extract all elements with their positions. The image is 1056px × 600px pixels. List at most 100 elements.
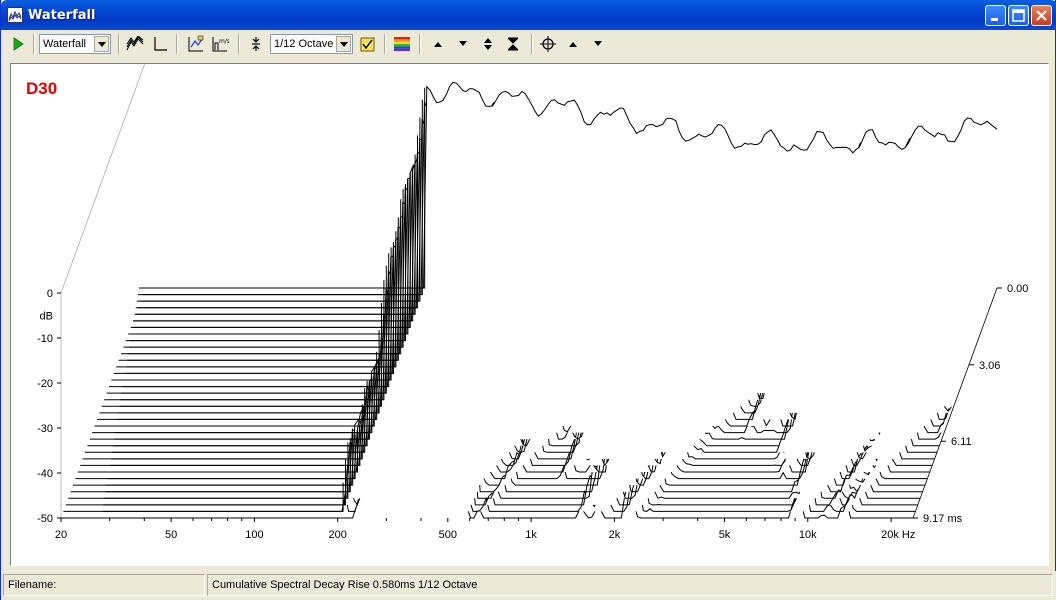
decay-slices xyxy=(61,81,998,519)
decay-slice-fill xyxy=(145,82,997,289)
decay-slice-floor xyxy=(139,87,426,289)
y-tick-label: -40 xyxy=(37,468,53,480)
maximize-button[interactable] xyxy=(1008,5,1029,26)
x-tick-label: 100 xyxy=(245,529,263,541)
arrow-up-icon xyxy=(434,42,442,47)
decay-slice-floor xyxy=(126,231,397,368)
decay-slice-floor xyxy=(117,351,378,420)
chart-options-icon xyxy=(188,35,204,52)
decay-slice-floor xyxy=(118,330,380,414)
y-tick-label: -30 xyxy=(37,423,53,435)
x-tick-label: 20k Hz xyxy=(881,529,915,541)
decay-slice-floor xyxy=(127,217,399,361)
decay-slice-floor xyxy=(111,388,366,453)
decay-slice-floor xyxy=(132,172,411,328)
collapse-icon xyxy=(507,37,519,51)
run-button[interactable] xyxy=(10,34,26,54)
scale-down-button[interactable] xyxy=(455,34,471,54)
y-axis-ticks: 0 -10 -20 -30 -40 -50 dB xyxy=(37,288,61,525)
toolbar-separator xyxy=(176,34,178,54)
decay-slice-floor xyxy=(114,380,370,440)
x-tick-label: 500 xyxy=(439,529,457,541)
smoothing-value: 1/12 Octave xyxy=(274,38,334,50)
view-type-select[interactable]: Waterfall xyxy=(39,34,111,54)
axes-icon xyxy=(154,37,167,51)
toolbar-separator xyxy=(384,34,386,54)
smoothing-select[interactable]: 1/12 Octave xyxy=(270,34,353,54)
smoothing-button[interactable] xyxy=(247,34,265,54)
minimize-button[interactable] xyxy=(985,5,1006,26)
close-icon xyxy=(1036,10,1047,21)
play-icon xyxy=(13,37,24,51)
units-button[interactable]: m/s xyxy=(210,34,230,54)
toolbar-separator xyxy=(33,34,35,54)
time-tick-label: 3.06 xyxy=(979,360,1000,372)
decay-slice-floor xyxy=(121,265,387,394)
x-tick-label: 10k xyxy=(799,529,817,541)
minimize-icon xyxy=(991,18,998,21)
colour-button[interactable] xyxy=(393,34,411,54)
time-tick-label: 6.11 xyxy=(951,436,972,448)
checklist-icon xyxy=(360,37,374,51)
y-unit-label: dB xyxy=(40,311,53,323)
waterfall-window: Waterfall Waterfall m/s 1/12 Octave 20 5… xyxy=(0,0,1056,600)
decay-slice-floor xyxy=(128,199,402,355)
units-icon: m/s xyxy=(212,37,229,52)
decay-slice-floor xyxy=(137,99,423,296)
axes-button[interactable] xyxy=(150,34,170,54)
status-filename: Filename: xyxy=(3,574,205,596)
waterfall-app-icon[interactable] xyxy=(7,7,23,23)
decay-slice-floor xyxy=(104,442,349,499)
x-tick-label: 1k xyxy=(525,529,537,541)
y-tick-label: -50 xyxy=(37,513,53,525)
decay-slice-floor xyxy=(120,280,385,401)
rainbow-icon xyxy=(394,37,410,51)
collapse-range-button[interactable] xyxy=(505,34,521,54)
settings-button[interactable] xyxy=(358,34,376,54)
decay-slice-floor xyxy=(135,135,418,309)
chevron-down-icon xyxy=(336,36,351,52)
decay-slice-floor xyxy=(129,189,404,348)
x-tick-label: 2k xyxy=(609,529,621,541)
x-tick-label: 20 xyxy=(55,529,67,541)
crosshair-icon xyxy=(540,36,556,52)
title-bar[interactable]: Waterfall xyxy=(1,0,1056,30)
time-tick-label: 9.17 ms xyxy=(923,513,963,525)
y-tick-label: -10 xyxy=(37,333,53,345)
waterfall-icon xyxy=(126,36,144,51)
waterfall-chart: 20 50 100 200 500 1k 2k 5k 10k 20k Hz 0 -10 -20 -30 -… xyxy=(37,64,1028,541)
decay-slice-floor xyxy=(136,117,421,302)
window-title: Waterfall xyxy=(28,8,96,23)
y-tick-label: -20 xyxy=(37,378,53,390)
arrow-up-icon xyxy=(569,42,577,47)
toolbar-separator xyxy=(531,34,533,54)
measurement-label: D30 xyxy=(26,79,58,98)
toolbar-separator xyxy=(238,34,240,54)
maximize-icon xyxy=(1012,9,1025,22)
decay-slice-floor xyxy=(119,303,382,407)
svg-text:m/s: m/s xyxy=(219,38,229,45)
close-button[interactable] xyxy=(1031,5,1052,26)
toolbar: Waterfall m/s 1/12 Octave xyxy=(4,31,1054,57)
cursor-up-button[interactable] xyxy=(565,34,581,54)
decay-slice-floor xyxy=(131,179,409,335)
toolbar-separator xyxy=(419,34,421,54)
status-description: Cumulative Spectral Decay Rise 0.580ms 1… xyxy=(207,574,1053,596)
waterfall-view-button[interactable] xyxy=(125,34,145,54)
cursor-button[interactable] xyxy=(539,34,557,54)
decay-slice-floor xyxy=(115,376,373,434)
chart-options-button[interactable] xyxy=(186,34,206,54)
x-tick-label: 5k xyxy=(719,529,731,541)
scale-up-button[interactable] xyxy=(430,34,446,54)
decay-slice-floor xyxy=(130,184,406,342)
arrow-down-icon xyxy=(594,41,602,46)
y-tick-label: 0 xyxy=(47,288,53,300)
waterfall-plot[interactable]: 20 50 100 200 500 1k 2k 5k 10k 20k Hz 0 -10 -20 -30 -… xyxy=(10,63,1049,566)
expand-range-button[interactable] xyxy=(480,34,496,54)
decay-slice-floor xyxy=(102,482,344,512)
x-axis-ticks: 20 50 100 200 500 1k 2k 5k 10k 20k Hz xyxy=(55,518,915,541)
decay-slice-floor xyxy=(134,154,416,315)
compress-icon xyxy=(252,37,260,51)
decay-slice-floor xyxy=(116,368,375,427)
cursor-down-button[interactable] xyxy=(590,34,606,54)
